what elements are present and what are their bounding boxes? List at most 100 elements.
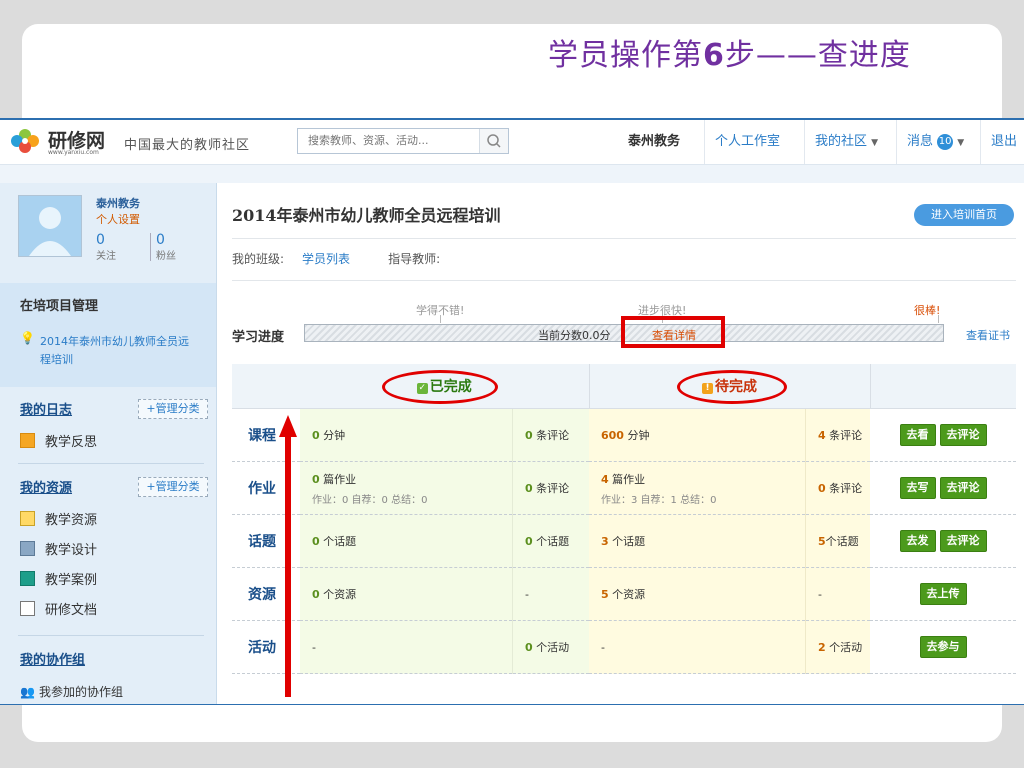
sidebar-item-study-docs[interactable]: 研修文档	[20, 601, 97, 619]
nav-my-community[interactable]: 我的社区 ▼	[804, 120, 896, 164]
page-title: 2014年泰州市幼儿教师全员远程培训	[232, 206, 501, 225]
cell: 4 篇作业 作业：3 自荐：1 总结：0	[589, 461, 806, 515]
video-case-icon	[20, 571, 35, 586]
table-row: 作业 0 篇作业 作业：0 自荐：0 总结：0 0 条评论 4 篇作业 作业：3 自…	[232, 461, 1016, 515]
action-cell: 去参与	[870, 620, 1016, 674]
design-doc-icon	[20, 541, 35, 556]
cell: 3 个话题	[589, 514, 806, 568]
project-section-title: 在培项目管理	[20, 299, 99, 314]
go-comment-button[interactable]: 去评论	[939, 530, 987, 552]
my-diary-link[interactable]: 我的日志	[20, 399, 72, 418]
cell: 0 个资源	[300, 567, 513, 621]
nav-username[interactable]: 泰州教务	[618, 120, 704, 164]
lightbulb-icon: 💡	[20, 331, 35, 345]
go-write-button[interactable]: 去写	[899, 477, 936, 499]
nav-messages-label: 消息	[907, 134, 934, 149]
go-join-button[interactable]: 去参与	[919, 636, 967, 658]
cell: 0 个活动	[512, 620, 589, 674]
my-resources-link[interactable]: 我的资源	[20, 477, 72, 496]
cell: 2 个活动	[805, 620, 870, 674]
search-button[interactable]	[479, 129, 508, 153]
cell: 5个话题	[805, 514, 870, 568]
cell: 0 个话题	[512, 514, 589, 568]
cell: 5 个资源	[589, 567, 806, 621]
search-box	[297, 128, 509, 154]
sidebar-item-teaching-reflection[interactable]: 教学反思	[20, 433, 97, 451]
site-logo[interactable]: 研修网 www.yanxiu.com	[8, 126, 108, 156]
sidebar-item-teaching-cases[interactable]: 教学案例	[20, 571, 97, 589]
fans-label: 粉丝	[156, 251, 176, 262]
sidebar-item-joined-groups[interactable]: 👥 我参加的协作组	[20, 683, 123, 701]
go-comment-button[interactable]: 去评论	[939, 477, 987, 499]
table-row: 活动 - 0 个活动 - 2 个活动 去参与	[232, 620, 1016, 674]
progress-marker-great: 很棒!	[914, 304, 941, 317]
site-slogan: 中国最大的教师社区	[124, 138, 251, 153]
go-watch-button[interactable]: 去看	[899, 424, 936, 446]
cell: -	[589, 620, 806, 674]
progress-tick	[440, 315, 441, 323]
my-groups-link[interactable]: 我的协作组	[20, 649, 85, 668]
progress-label: 学习进度	[232, 330, 285, 345]
divider	[232, 280, 1016, 281]
document-icon	[20, 601, 35, 616]
nav-logout[interactable]: 退出	[980, 120, 1024, 164]
table-row: 课程 0 分钟 0 条评论 600 分钟 4 条评论 去看 去评论	[232, 408, 1016, 462]
screenshot-panel: 研修网 www.yanxiu.com 中国最大的教师社区 泰州教务 个人工作室 …	[0, 118, 1024, 705]
manage-diary-categories-button[interactable]: +管理分类	[138, 399, 208, 419]
nav-messages[interactable]: 消息 10 ▼	[896, 120, 980, 164]
fans-counter[interactable]: 0 粉丝	[156, 233, 176, 262]
avatar[interactable]	[18, 195, 82, 257]
manage-resource-categories-button[interactable]: +管理分类	[138, 477, 208, 497]
table-header-row: ✓ 已完成 ! 待完成	[232, 364, 1016, 409]
follow-label: 关注	[96, 251, 116, 262]
table-row: 资源 0 个资源 - 5 个资源 - 去上传	[232, 567, 1016, 621]
project-section: 在培项目管理 💡 2014年泰州市幼儿教师全员远 程培训	[0, 283, 216, 387]
cell: 600 分钟	[589, 408, 806, 462]
sidebar-item-teaching-design[interactable]: 教学设计	[20, 541, 97, 559]
action-cell: 去写 去评论	[870, 461, 1016, 515]
go-upload-button[interactable]: 去上传	[919, 583, 967, 605]
cell: -	[512, 567, 589, 621]
sidebar: 泰州教务 个人设置 0 关注 0 粉丝 在培项目管理 💡 2014年泰州市幼儿教师全…	[0, 183, 217, 704]
folder-icon	[20, 511, 35, 526]
sidebar-item-teaching-resources[interactable]: 教学资源	[20, 511, 97, 529]
progress-table: ✓ 已完成 ! 待完成 课程 0 分钟 0 条评论 600 分钟 4 条评论 去看去…	[232, 364, 1016, 674]
header-band	[0, 165, 1024, 183]
cell: -	[300, 620, 513, 674]
sidebar-item-label: 教学案例	[45, 573, 98, 588]
sidebar-item-label: 我参加的协作组	[38, 685, 123, 699]
go-comment-button[interactable]: 去评论	[939, 424, 987, 446]
enter-training-home-button[interactable]: 进入培训首页	[914, 204, 1014, 226]
student-list-link[interactable]: 学员列表	[302, 252, 350, 266]
nav-personal-studio[interactable]: 个人工作室	[704, 120, 804, 164]
annotation-ellipse-pending	[677, 370, 787, 404]
cell: -	[805, 567, 870, 621]
table-row: 话题 0 个话题 0 个话题 3 个话题 5个话题 去发 去评论	[232, 514, 1016, 568]
group-users-icon: 👥	[20, 685, 35, 699]
chevron-down-icon: ▼	[871, 138, 879, 148]
divider	[232, 238, 1016, 239]
go-post-button[interactable]: 去发	[899, 530, 936, 552]
personal-settings-link[interactable]: 个人设置	[96, 211, 140, 227]
search-icon	[487, 134, 501, 148]
annotation-highlight-box	[621, 316, 725, 348]
top-navigation-bar: 研修网 www.yanxiu.com 中国最大的教师社区 泰州教务 个人工作室 …	[0, 120, 1024, 165]
follow-counter[interactable]: 0 关注	[96, 233, 116, 262]
reflection-icon	[20, 433, 35, 448]
project-link[interactable]: 2014年泰州市幼儿教师全员远 程培训	[40, 333, 189, 369]
nav-my-community-label: 我的社区	[815, 134, 868, 149]
profile-name[interactable]: 泰州教务	[96, 195, 140, 211]
cell: 0 分钟	[300, 408, 513, 462]
class-info-row: 我的班级: 学员列表 指导教师:	[232, 250, 440, 267]
fans-count: 0	[156, 232, 165, 248]
search-input[interactable]	[298, 129, 498, 151]
view-certificate-link[interactable]: 查看证书	[966, 327, 1010, 343]
sidebar-item-label: 研修文档	[45, 603, 98, 618]
cell: 0 个话题	[300, 514, 513, 568]
sidebar-item-label: 教学资源	[45, 513, 98, 528]
cell: 0 条评论	[512, 408, 589, 462]
flower-logo-icon	[11, 129, 39, 153]
class-label: 我的班级:	[232, 252, 285, 266]
cell: 4 条评论	[805, 408, 870, 462]
message-count-badge: 10	[937, 133, 954, 150]
